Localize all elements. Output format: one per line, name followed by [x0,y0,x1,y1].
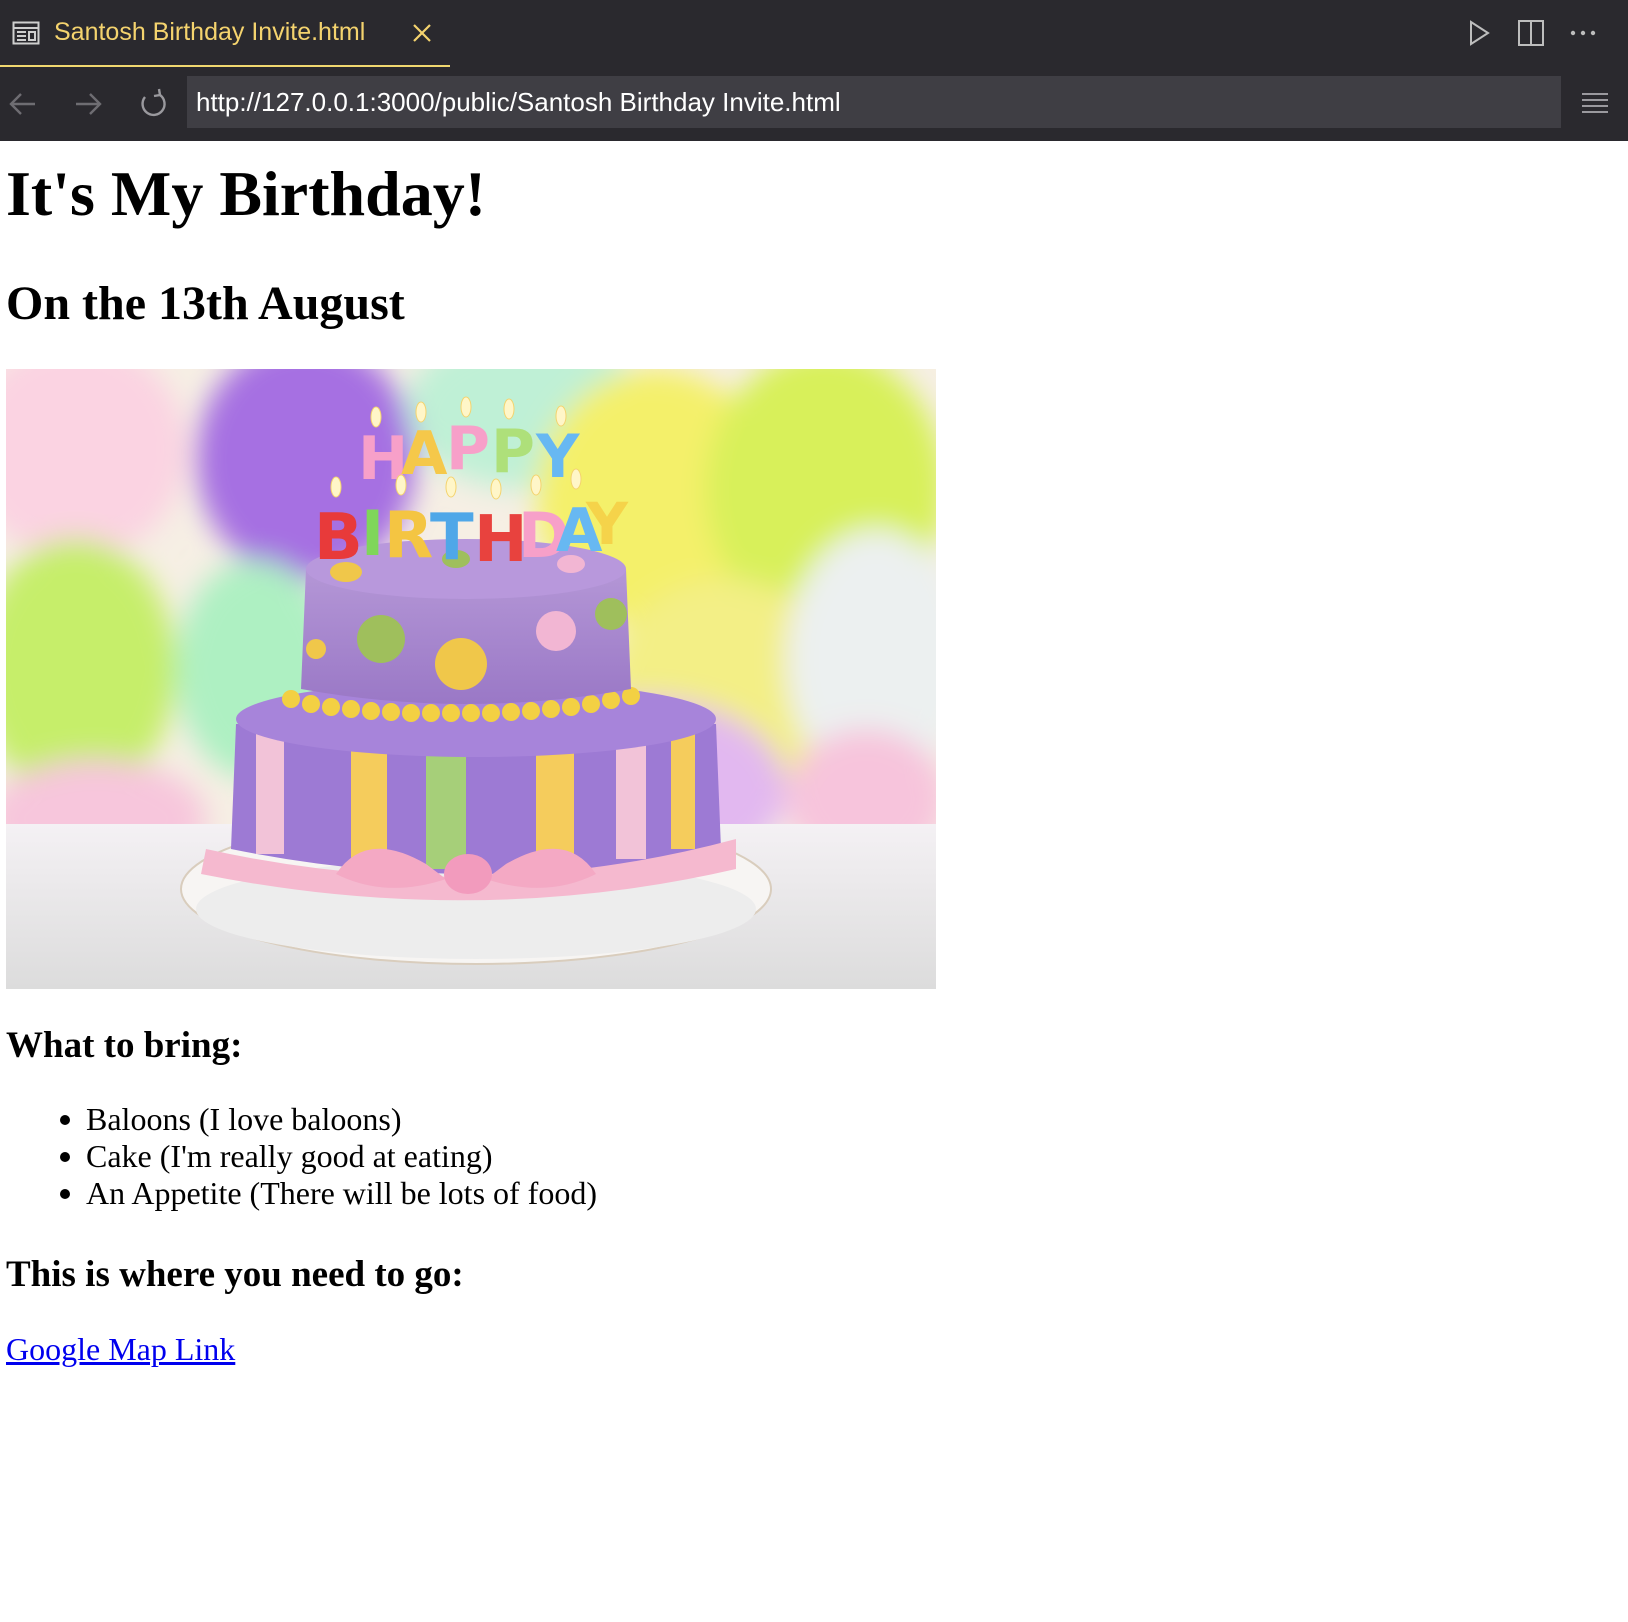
svg-text:R: R [384,499,433,573]
list-item: An Appetite (There will be lots of food) [6,1175,597,1212]
svg-text:P: P [446,414,490,484]
menu-icon[interactable] [1580,89,1610,119]
browser-toolbar [0,67,1628,141]
list-item: Baloons (I love baloons) [6,1101,597,1138]
svg-text:T: T [430,501,474,575]
bullet-icon [60,1189,70,1199]
google-map-link[interactable]: Google Map Link [6,1331,235,1368]
page-title: It's My Birthday! [6,158,486,229]
more-actions-icon[interactable] [1568,18,1598,48]
bullet-icon [60,1152,70,1162]
svg-text:A: A [401,419,448,489]
list-item-label: Baloons (I love baloons) [86,1101,402,1137]
preview-icon [12,21,40,45]
what-to-bring-heading: What to bring: [6,1025,243,1066]
bring-list: Baloons (I love baloons) Cake (I'm reall… [6,1101,597,1212]
forward-arrow-icon[interactable] [71,87,105,121]
birthday-cake-image: H A P P Y B I R T H D A Y [6,369,936,989]
editor-tab-bar: Santosh Birthday Invite.html [0,0,1628,67]
svg-text:I: I [361,497,384,570]
run-icon[interactable] [1463,18,1493,48]
close-icon[interactable] [410,21,434,45]
reload-icon[interactable] [136,87,170,121]
list-item: Cake (I'm really good at eating) [6,1138,597,1175]
list-item-label: Cake (I'm really good at eating) [86,1138,493,1174]
svg-text:P: P [491,417,535,487]
bullet-icon [60,1115,70,1125]
split-editor-icon[interactable] [1516,18,1546,48]
tab-santosh-birthday-invite[interactable]: Santosh Birthday Invite.html [0,0,450,67]
svg-text:Y: Y [585,490,629,558]
list-item-label: An Appetite (There will be lots of food) [86,1175,597,1211]
location-heading: This is where you need to go: [6,1254,464,1295]
url-input[interactable] [187,76,1561,128]
svg-text:B: B [314,501,363,575]
tab-title: Santosh Birthday Invite.html [54,18,366,46]
back-arrow-icon[interactable] [6,87,40,121]
page-subtitle: On the 13th August [6,277,405,330]
birthday-cake-illustration: H A P P Y B I R T H D A Y [6,369,936,989]
